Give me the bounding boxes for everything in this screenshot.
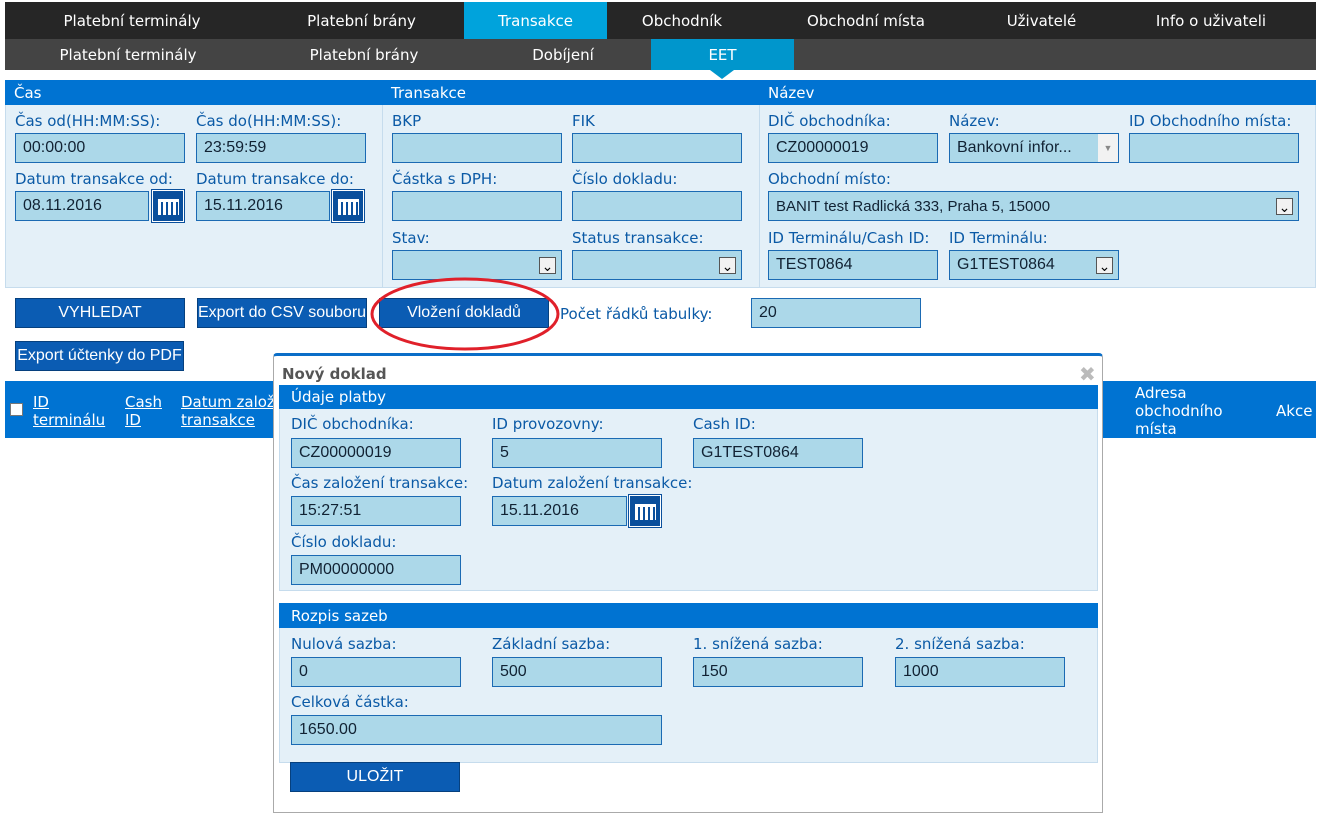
sub-nav: Platební terminály Platební brány Dobíje… [5,39,1316,70]
cas-od-input[interactable]: 00:00:00 [15,133,185,163]
bkp-label: BKP [392,112,422,130]
id-terminalu-value: G1TEST0864 [957,256,1055,273]
nav-transakce[interactable]: Transakce [464,2,607,39]
nulova-input[interactable]: 0 [291,657,461,687]
close-icon[interactable]: ✖ [1079,362,1096,386]
datum-do-input[interactable]: 15.11.2016 [196,191,330,221]
nazev-label: Název: [949,112,1000,130]
cash-id-label: ID Terminálu/Cash ID: [768,229,930,247]
subnav-dobijeni[interactable]: Dobíjení [477,39,649,70]
cas-do-input[interactable]: 23:59:59 [196,133,366,163]
stav-label: Stav: [392,229,430,247]
cas-od-label: Čas od(HH:MM:SS): [15,112,161,130]
subnav-eet[interactable]: EET [651,39,794,70]
obchodni-misto-label: Obchodní místo: [768,170,891,188]
snizena2-input[interactable]: 1000 [895,657,1065,687]
dialog-title: Nový doklad [282,365,387,383]
obchodni-misto-select[interactable]: BANIT test Radlická 333, Praha 5, 15000 ⌄ [768,191,1299,221]
m-cas-label: Čas založení transakce: [291,474,469,492]
id-terminalu-select[interactable]: G1TEST0864 ⌄ [949,250,1119,280]
section-transakce-header: Transakce [382,80,759,105]
m-cash-input[interactable]: G1TEST0864 [693,438,863,468]
snizena2-label: 2. snížená sazba: [895,635,1025,653]
m-cislo-input[interactable]: PM00000000 [291,555,461,585]
subnav-platebni-brany[interactable]: Platební brány [251,39,477,70]
datum-od-label: Datum transakce od: [15,170,173,188]
cislo-dokladu-input[interactable] [572,191,742,221]
m-dic-input[interactable]: CZ00000019 [291,438,461,468]
snizena1-label: 1. snížená sazba: [693,635,823,653]
save-button[interactable]: ULOŽIT [290,762,460,792]
chevron-down-icon[interactable]: ⌄ [1276,198,1293,215]
castka-label: Částka s DPH: [392,170,498,188]
rows-label: Počet řádků tabulky: [560,305,713,323]
id-mista-label: ID Obchodního místa: [1129,112,1292,130]
celkem-label: Celková částka: [291,693,409,711]
nav-platebni-brany[interactable]: Platební brány [259,2,464,39]
chevron-down-icon[interactable]: ⌄ [539,257,556,274]
id-mista-input[interactable] [1129,133,1299,163]
nav-info-o-uzivateli[interactable]: Info o uživateli [1108,2,1314,39]
section-cas-header: Čas [5,80,382,105]
m-dic-label: DIČ obchodníka: [291,415,414,433]
nav-obchodni-mista[interactable]: Obchodní místa [757,2,975,39]
nazev-select[interactable]: Bankovní infor... ▼ [949,133,1119,163]
calendar-icon[interactable] [331,189,365,223]
rates-section-header: Rozpis sazeb [279,603,1098,628]
obchodni-misto-value: BANIT test Radlická 333, Praha 5, 15000 [776,197,1051,215]
calendar-icon[interactable] [151,189,185,223]
m-cislo-label: Číslo dokladu: [291,533,397,551]
col-adresa: Adresa obchodního místa [1135,384,1223,438]
highlight-ellipse [370,277,560,351]
nav-platebni-terminaly[interactable]: Platební terminály [5,2,259,39]
nulova-label: Nulová sazba: [291,635,397,653]
subnav-platebni-terminaly[interactable]: Platební terminály [5,39,251,70]
chevron-down-icon[interactable]: ⌄ [719,257,736,274]
calendar-icon[interactable] [628,494,662,528]
payment-section-header: Údaje platby [279,385,1098,409]
nav-uzivatele[interactable]: Uživatelé [975,2,1108,39]
chevron-down-icon[interactable]: ⌄ [1096,257,1113,274]
status-label: Status transakce: [572,229,704,247]
cas-do-label: Čas do(HH:MM:SS): [196,112,342,130]
id-terminalu-label: ID Terminálu: [949,229,1048,247]
castka-input[interactable] [392,191,562,221]
dropdown-arrow-icon[interactable]: ▼ [1098,134,1118,162]
col-akce: Akce [1276,402,1313,420]
m-datum-label: Datum založení transakce: [492,474,693,492]
search-button[interactable]: VYHLEDAT [15,298,185,328]
active-indicator [710,70,734,79]
status-select[interactable]: ⌄ [572,250,742,280]
nav-obchodnik[interactable]: Obchodník [607,2,757,39]
select-all-checkbox[interactable] [10,403,23,416]
celkem-input[interactable]: 1650.00 [291,715,662,745]
export-pdf-button[interactable]: Export účtenky do PDF [15,341,184,371]
dic-label: DIČ obchodníka: [768,112,891,130]
m-prov-label: ID provozovny: [492,415,604,433]
dic-input[interactable]: CZ00000019 [768,133,938,163]
m-prov-input[interactable]: 5 [492,438,662,468]
col-id-terminalu[interactable]: ID terminálu [33,393,113,429]
section-nazev-header: Název [759,80,1316,105]
rows-input[interactable]: 20 [751,298,921,328]
snizena1-input[interactable]: 150 [693,657,863,687]
m-datum-input[interactable]: 15.11.2016 [492,496,627,526]
m-cash-label: Cash ID: [693,415,756,433]
zakladni-label: Základní sazba: [492,635,611,653]
nazev-value: Bankovní infor... [957,139,1072,156]
zakladni-input[interactable]: 500 [492,657,662,687]
m-cas-input[interactable]: 15:27:51 [291,496,461,526]
main-nav: Platební terminály Platební brány Transa… [5,2,1316,39]
fik-label: FIK [572,112,595,130]
cash-id-input[interactable]: TEST0864 [768,250,938,280]
export-csv-button[interactable]: Export do CSV souboru [197,298,367,328]
datum-do-label: Datum transakce do: [196,170,354,188]
col-cash-id[interactable]: Cash ID [125,393,170,429]
cislo-dokladu-label: Číslo dokladu: [572,170,678,188]
fik-input[interactable] [572,133,742,163]
bkp-input[interactable] [392,133,562,163]
datum-od-input[interactable]: 08.11.2016 [15,191,149,221]
